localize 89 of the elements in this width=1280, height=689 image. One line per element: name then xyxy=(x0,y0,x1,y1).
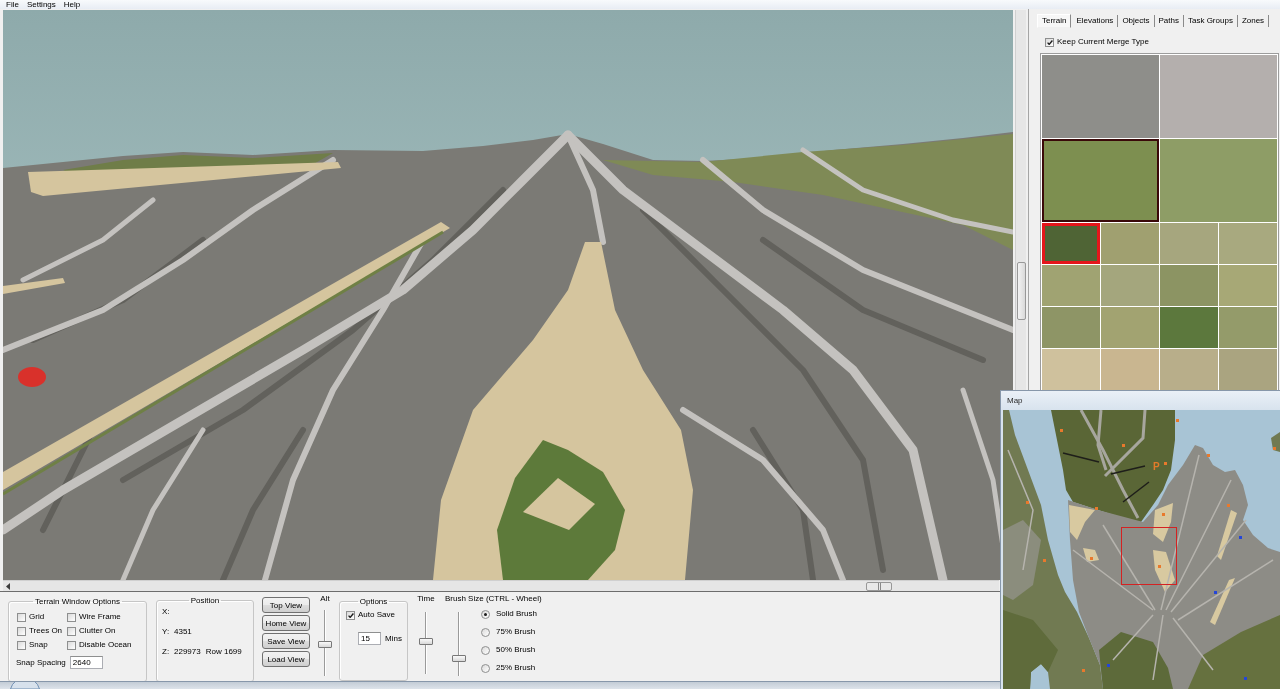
checkbox-label: Disable Ocean xyxy=(79,640,132,650)
radio-button[interactable] xyxy=(481,663,490,673)
radio-label: 25% Brush xyxy=(496,663,536,673)
checkmark-icon xyxy=(347,612,354,618)
view-button[interactable]: Save View xyxy=(262,633,310,649)
vertical-scrollbar[interactable] xyxy=(1015,10,1026,390)
scrollbar-thumb[interactable] xyxy=(1017,262,1026,320)
coordinate-value: 4351 xyxy=(174,626,192,638)
checkbox-label: Snap xyxy=(29,640,48,650)
window-title: Map xyxy=(1007,395,1023,407)
tab[interactable]: Paths xyxy=(1154,15,1184,27)
texture-tile[interactable] xyxy=(1160,265,1218,306)
unit-label: Mins xyxy=(385,633,402,644)
slider-label: Alt xyxy=(320,594,330,603)
map-label: P xyxy=(1153,461,1160,472)
slider-label: Brush Size (CTRL - Wheel) xyxy=(445,594,542,603)
radio-button[interactable] xyxy=(481,609,490,619)
tab[interactable]: Task Groups xyxy=(1183,15,1238,27)
texture-tile[interactable] xyxy=(1042,223,1100,264)
texture-tile[interactable] xyxy=(1160,349,1218,390)
checkmark-icon xyxy=(1046,39,1053,45)
checkbox[interactable] xyxy=(17,626,26,636)
view-button[interactable]: Home View xyxy=(262,615,310,631)
checkbox-label: Trees On xyxy=(29,626,63,636)
horizontal-scrollbar[interactable] xyxy=(3,580,999,591)
texture-tile[interactable] xyxy=(1101,223,1159,264)
interval-field[interactable]: 15 xyxy=(358,632,381,645)
checkbox-label: Auto Save xyxy=(358,610,395,620)
row-value: Row 1699 xyxy=(205,646,242,658)
radio-button[interactable] xyxy=(481,627,490,637)
tab[interactable]: Terrain xyxy=(1037,14,1072,28)
group-title: Options xyxy=(358,597,389,606)
view-button[interactable]: Top View xyxy=(262,597,310,613)
checkbox-label: Keep Current Merge Type xyxy=(1057,37,1149,47)
checkbox[interactable] xyxy=(17,640,26,650)
texture-tile[interactable] xyxy=(1101,307,1159,348)
brush-cursor-icon xyxy=(18,367,46,387)
coordinate-value: 229973 xyxy=(174,646,201,658)
texture-tile[interactable] xyxy=(1101,349,1159,390)
texture-tile[interactable] xyxy=(1042,349,1100,390)
checkbox[interactable] xyxy=(67,626,76,636)
checkbox-label: Clutter On xyxy=(79,626,116,636)
slider-label: Time xyxy=(417,594,435,603)
texture-tile[interactable] xyxy=(1219,265,1277,306)
tab[interactable]: Zones xyxy=(1237,15,1270,27)
texture-tile[interactable] xyxy=(1042,139,1159,222)
slider-thumb[interactable] xyxy=(419,638,433,646)
texture-tile[interactable] xyxy=(1160,139,1277,222)
radio-dot-icon xyxy=(484,612,487,616)
orb-icon[interactable] xyxy=(10,682,40,689)
coordinate-label: Y: xyxy=(162,626,171,638)
checkbox[interactable] xyxy=(346,610,355,620)
texture-tile[interactable] xyxy=(1160,55,1277,138)
snap-spacing-field[interactable]: 2640 xyxy=(69,656,103,669)
radio-button[interactable] xyxy=(481,645,490,655)
checkbox[interactable] xyxy=(1045,37,1054,47)
slider-thumb[interactable] xyxy=(318,641,332,649)
texture-tile[interactable] xyxy=(1042,307,1100,348)
tab[interactable]: Elevations xyxy=(1072,15,1119,27)
texture-tile[interactable] xyxy=(1219,223,1277,264)
radio-label: 75% Brush xyxy=(496,627,536,637)
field-label: Snap Spacing xyxy=(16,657,66,668)
coordinate-label: Z: xyxy=(162,646,171,658)
radio-label: 50% Brush xyxy=(496,645,536,655)
texture-tile[interactable] xyxy=(1101,265,1159,306)
checkbox[interactable] xyxy=(17,612,26,622)
tab[interactable]: Objects xyxy=(1118,15,1155,27)
coordinate-label: X: xyxy=(162,606,171,618)
checkbox[interactable] xyxy=(67,640,76,650)
view-button[interactable]: Load View xyxy=(262,651,310,667)
group-title: Position xyxy=(189,596,221,605)
view-area-marker xyxy=(1121,527,1177,585)
menu-item[interactable]: Help xyxy=(59,0,85,9)
scrollbar-thumb[interactable] xyxy=(866,581,892,591)
menu-item[interactable]: Settings xyxy=(22,0,60,9)
texture-tile[interactable] xyxy=(1219,307,1277,348)
radio-label: Solid Brush xyxy=(496,609,537,619)
slider-thumb[interactable] xyxy=(452,654,466,662)
menu-item[interactable]: File xyxy=(2,0,23,9)
checkbox-label: Grid xyxy=(29,612,45,622)
checkbox-label: Wire Frame xyxy=(79,612,121,622)
texture-tile[interactable] xyxy=(1042,265,1100,306)
texture-tile[interactable] xyxy=(1219,349,1277,390)
texture-tile[interactable] xyxy=(1160,307,1218,348)
checkbox[interactable] xyxy=(67,612,76,622)
left-arrow-icon[interactable] xyxy=(6,582,10,590)
texture-tile[interactable] xyxy=(1042,55,1159,138)
group-title: Terrain Window Options xyxy=(34,597,121,606)
texture-tile[interactable] xyxy=(1160,223,1218,264)
